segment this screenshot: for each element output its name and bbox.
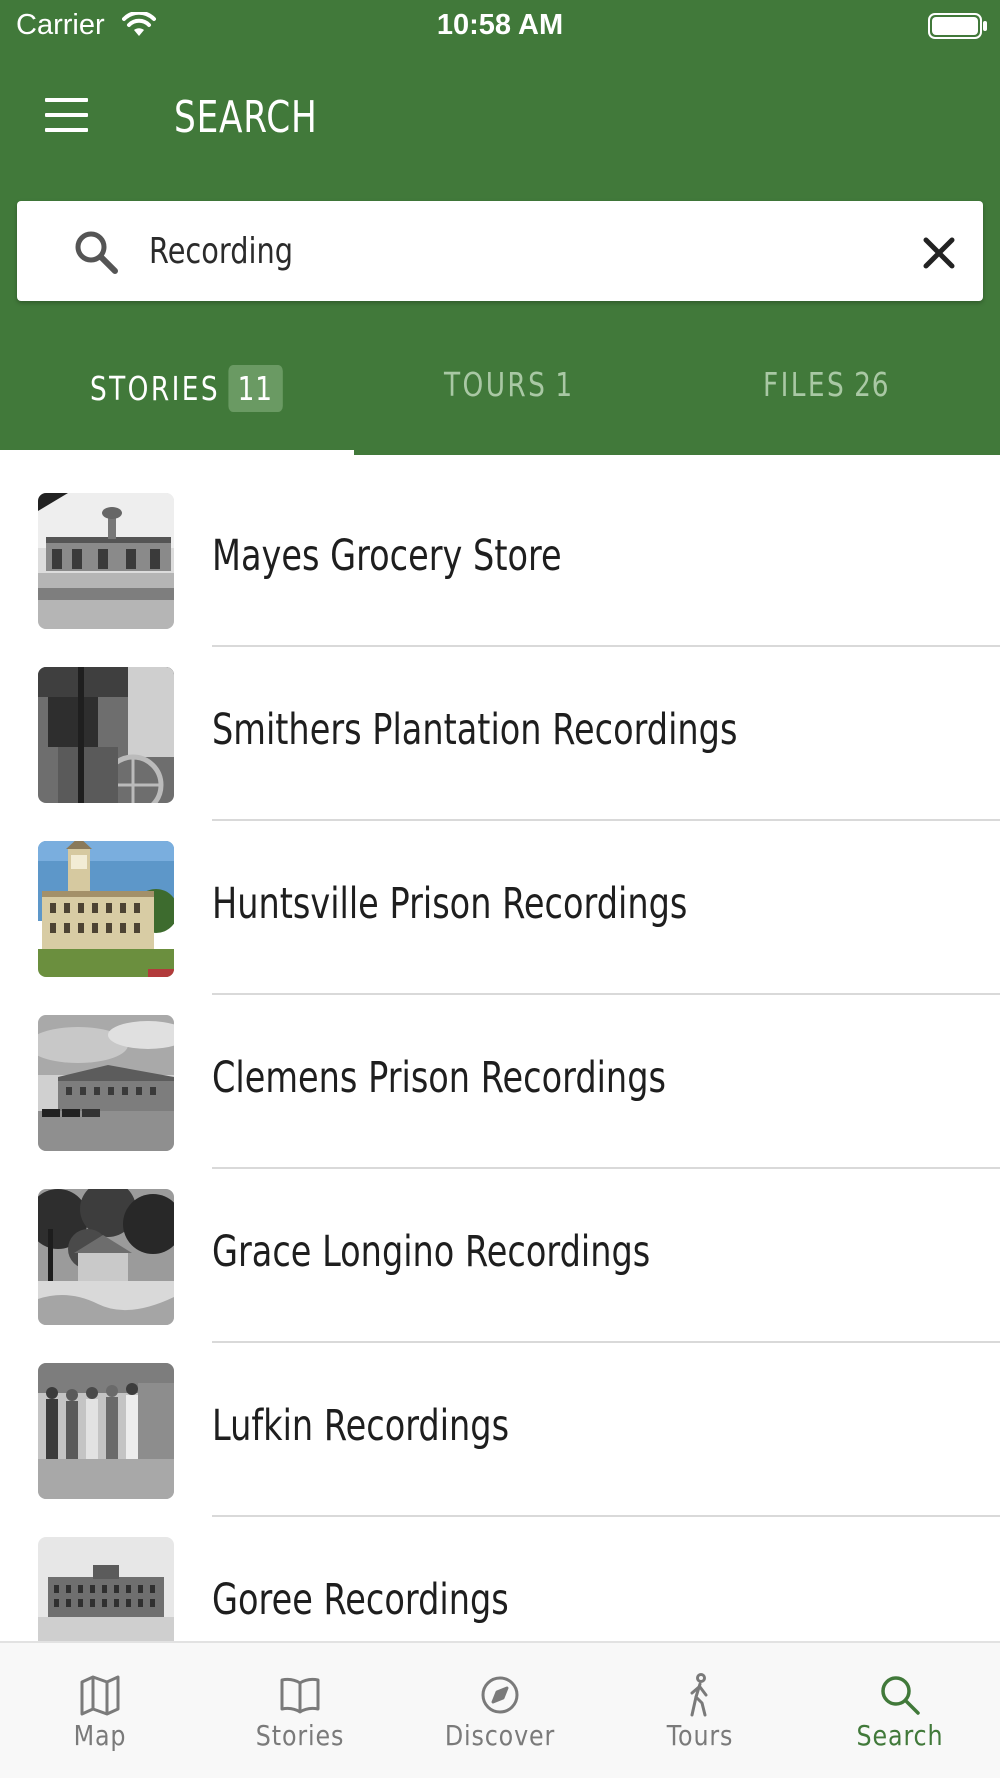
tab-label: STORIES	[90, 369, 221, 408]
tab-label: TOURS	[444, 365, 548, 404]
tab-count-badge: 26	[854, 365, 890, 404]
book-icon	[278, 1673, 322, 1717]
search-bar	[17, 201, 983, 301]
clocktower-postcard-thumbnail	[38, 841, 174, 977]
list-item-title: Huntsville Prison Recordings	[212, 879, 688, 929]
building-photo-thumbnail	[38, 1015, 174, 1151]
result-tabs: STORIES 11 TOURS 1 FILES 26	[0, 350, 1000, 455]
tab-count-badge: 11	[228, 365, 283, 412]
list-item[interactable]: Clemens Prison Recordings	[0, 977, 1000, 1169]
clear-search-icon[interactable]	[917, 231, 961, 275]
compass-icon	[478, 1673, 522, 1717]
institution-photo-thumbnail	[38, 1537, 174, 1642]
list-item[interactable]: Huntsville Prison Recordings	[0, 803, 1000, 995]
list-item[interactable]: Grace Longino Recordings	[0, 1151, 1000, 1343]
tabbar-item-stories[interactable]: Stories	[200, 1643, 400, 1778]
list-item-title: Goree Recordings	[212, 1575, 509, 1625]
bottom-tab-bar: Map Stories Discover Tours Search	[0, 1641, 1000, 1778]
tab-stories[interactable]: STORIES 11	[0, 350, 354, 455]
house-trees-photo-thumbnail	[38, 1189, 174, 1325]
storefront-photo-thumbnail	[38, 493, 174, 629]
tabbar-label: Search	[856, 1719, 944, 1752]
tab-label: FILES	[763, 365, 847, 404]
tab-count-badge: 1	[555, 365, 573, 404]
tabbar-item-search[interactable]: Search	[800, 1643, 1000, 1778]
search-icon	[73, 229, 119, 280]
map-icon	[78, 1673, 122, 1717]
list-item-title: Grace Longino Recordings	[212, 1227, 651, 1277]
group-people-photo-thumbnail	[38, 1363, 174, 1499]
tabbar-item-tours[interactable]: Tours	[600, 1643, 800, 1778]
status-bar: Carrier 10:58 AM	[0, 0, 1000, 52]
battery-icon	[928, 13, 988, 47]
list-item[interactable]: Lufkin Recordings	[0, 1325, 1000, 1517]
page-title: SEARCH	[174, 92, 318, 143]
list-item-title: Lufkin Recordings	[212, 1401, 510, 1451]
hamburger-menu-icon[interactable]	[42, 96, 94, 136]
list-item-title: Smithers Plantation Recordings	[212, 705, 738, 755]
tab-files[interactable]: FILES 26	[672, 350, 1000, 455]
tabbar-item-discover[interactable]: Discover	[400, 1643, 600, 1778]
tab-tours[interactable]: TOURS 1	[354, 350, 654, 455]
list-item[interactable]: Goree Recordings	[0, 1499, 1000, 1642]
app-header: Carrier 10:58 AM SEARCH Recording STORIE…	[0, 0, 1000, 455]
list-item-title: Clemens Prison Recordings	[212, 1053, 666, 1103]
tabbar-label: Tours	[666, 1719, 734, 1752]
machinery-photo-thumbnail	[38, 667, 174, 803]
list-item[interactable]: Smithers Plantation Recordings	[0, 629, 1000, 821]
list-item[interactable]: Mayes Grocery Store	[0, 455, 1000, 647]
tabbar-label: Discover	[444, 1719, 556, 1752]
tabbar-label: Map	[73, 1719, 127, 1752]
search-input[interactable]	[149, 219, 661, 283]
tabbar-label: Stories	[255, 1719, 345, 1752]
search-results-list: Mayes Grocery Store Smithers Plantation …	[0, 455, 1000, 1642]
walking-person-icon	[678, 1673, 722, 1717]
search-icon	[878, 1673, 922, 1717]
clock-label: 10:58 AM	[436, 9, 564, 41]
tabbar-item-map[interactable]: Map	[0, 1643, 200, 1778]
list-item-title: Mayes Grocery Store	[212, 531, 562, 581]
